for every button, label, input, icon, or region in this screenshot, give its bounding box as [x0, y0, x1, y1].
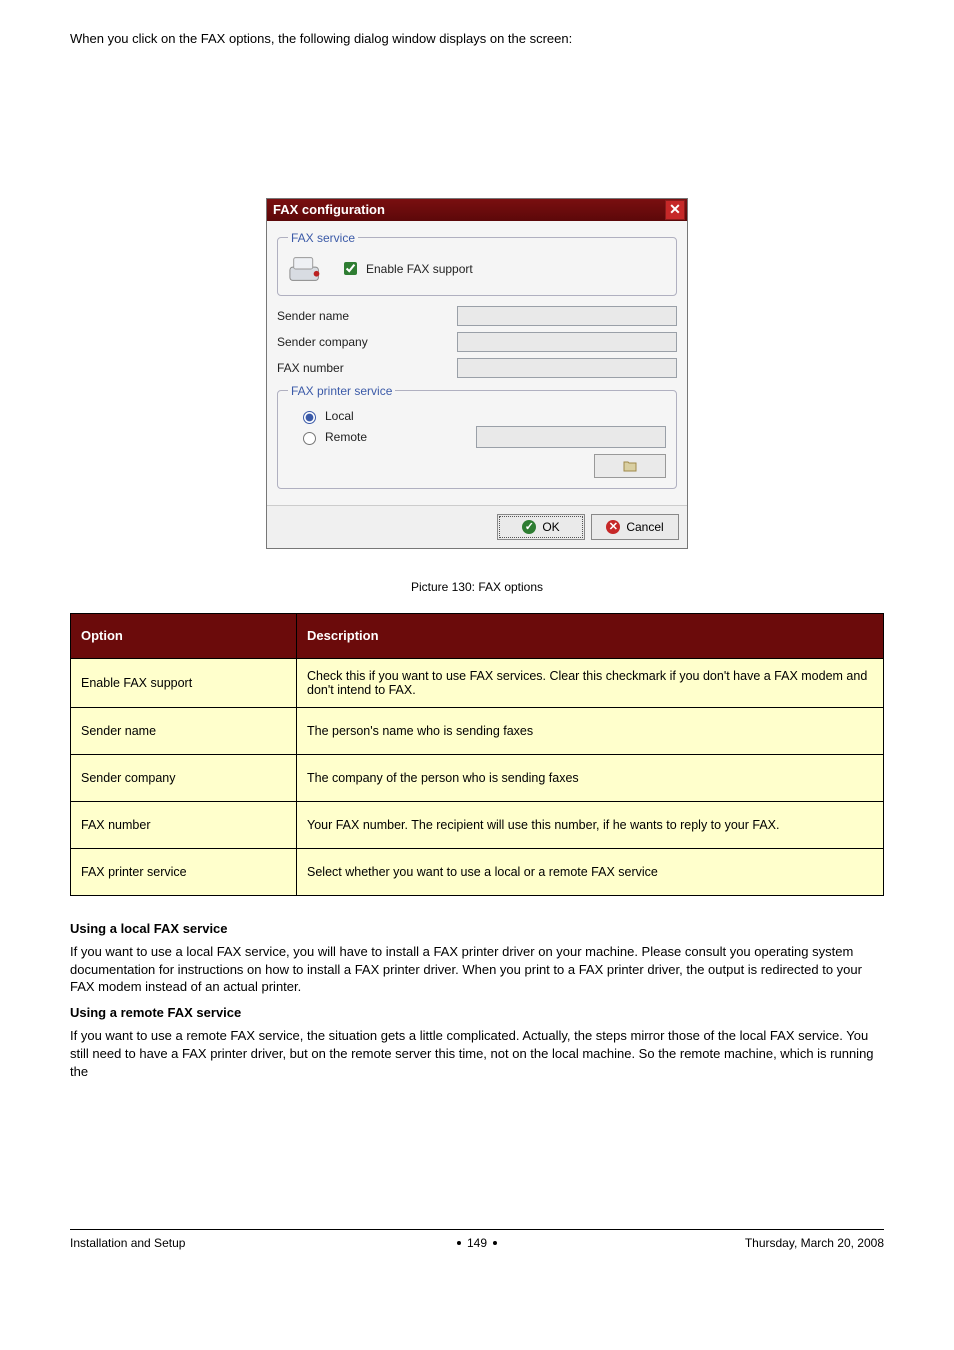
table-cell-description: Your FAX number. The recipient will use … [297, 801, 884, 848]
radio-remote[interactable] [303, 432, 316, 445]
remote-fax-text: If you want to use a remote FAX service,… [70, 1027, 884, 1080]
figure-caption: Picture 130: FAX options [70, 579, 884, 595]
sender-name-label: Sender name [277, 309, 457, 323]
enable-fax-checkbox[interactable] [344, 262, 357, 275]
footer-right: Thursday, March 20, 2008 [745, 1236, 884, 1250]
footer-center: 149 [457, 1236, 497, 1250]
sender-company-label: Sender company [277, 335, 457, 349]
dialog-screenshot: FAX configuration ✕ FAX service [70, 198, 884, 549]
ok-button[interactable]: ✓ OK [497, 514, 585, 540]
check-icon: ✓ [522, 520, 536, 534]
table-cell-description: Select whether you want to use a local o… [297, 848, 884, 895]
close-button[interactable]: ✕ [665, 200, 685, 220]
table-header-description: Description [297, 613, 884, 658]
x-icon: ✕ [606, 520, 620, 534]
radio-remote-row[interactable]: Remote [298, 429, 468, 445]
table-cell-option: Enable FAX support [71, 658, 297, 707]
ok-button-label: OK [542, 520, 559, 534]
enable-fax-checkbox-row[interactable]: Enable FAX support [340, 259, 473, 278]
fax-configuration-dialog: FAX configuration ✕ FAX service [266, 198, 688, 549]
page-footer: Installation and Setup 149 Thursday, Mar… [70, 1229, 884, 1250]
fax-service-legend: FAX service [288, 231, 358, 245]
table-cell-description: Check this if you want to use FAX servic… [297, 658, 884, 707]
bullet-icon [493, 1241, 497, 1245]
table-cell-option: FAX printer service [71, 848, 297, 895]
fax-printer-service-group: FAX printer service Local Remote [277, 384, 677, 489]
local-fax-heading: Using a local FAX service [70, 920, 884, 938]
table-row: Enable FAX support Check this if you wan… [71, 658, 884, 707]
intro-paragraph: When you click on the FAX options, the f… [70, 30, 884, 48]
fax-printer-service-legend: FAX printer service [288, 384, 395, 398]
fax-service-group: FAX service Enable FAX support [277, 231, 677, 296]
remote-fax-heading: Using a remote FAX service [70, 1004, 884, 1022]
fax-number-input[interactable] [457, 358, 677, 378]
table-header-row: Option Description [71, 613, 884, 658]
enable-fax-label: Enable FAX support [366, 262, 473, 276]
footer-page-number: 149 [467, 1236, 487, 1250]
close-icon: ✕ [669, 201, 681, 218]
folder-icon [623, 460, 637, 472]
dialog-title: FAX configuration [273, 202, 385, 217]
table-cell-description: The company of the person who is sending… [297, 754, 884, 801]
table-cell-option: Sender name [71, 707, 297, 754]
fax-machine-icon [288, 253, 326, 285]
browse-button[interactable] [594, 454, 666, 478]
footer-left: Installation and Setup [70, 1236, 185, 1250]
titlebar: FAX configuration ✕ [267, 199, 687, 221]
table-cell-option: Sender company [71, 754, 297, 801]
table-row: FAX number Your FAX number. The recipien… [71, 801, 884, 848]
options-table: Option Description Enable FAX support Ch… [70, 613, 884, 896]
table-cell-description: The person's name who is sending faxes [297, 707, 884, 754]
radio-local-row[interactable]: Local [298, 408, 666, 424]
table-cell-option: FAX number [71, 801, 297, 848]
table-row: FAX printer service Select whether you w… [71, 848, 884, 895]
sender-name-input[interactable] [457, 306, 677, 326]
remote-path-input[interactable] [476, 426, 666, 448]
sender-company-input[interactable] [457, 332, 677, 352]
cancel-button-label: Cancel [626, 520, 663, 534]
radio-remote-label: Remote [325, 430, 367, 444]
radio-local[interactable] [303, 411, 316, 424]
cancel-button[interactable]: ✕ Cancel [591, 514, 679, 540]
table-row: Sender company The company of the person… [71, 754, 884, 801]
radio-local-label: Local [325, 409, 354, 423]
bullet-icon [457, 1241, 461, 1245]
table-row: Sender name The person's name who is sen… [71, 707, 884, 754]
local-fax-text: If you want to use a local FAX service, … [70, 943, 884, 996]
table-header-option: Option [71, 613, 297, 658]
fax-number-label: FAX number [277, 361, 457, 375]
